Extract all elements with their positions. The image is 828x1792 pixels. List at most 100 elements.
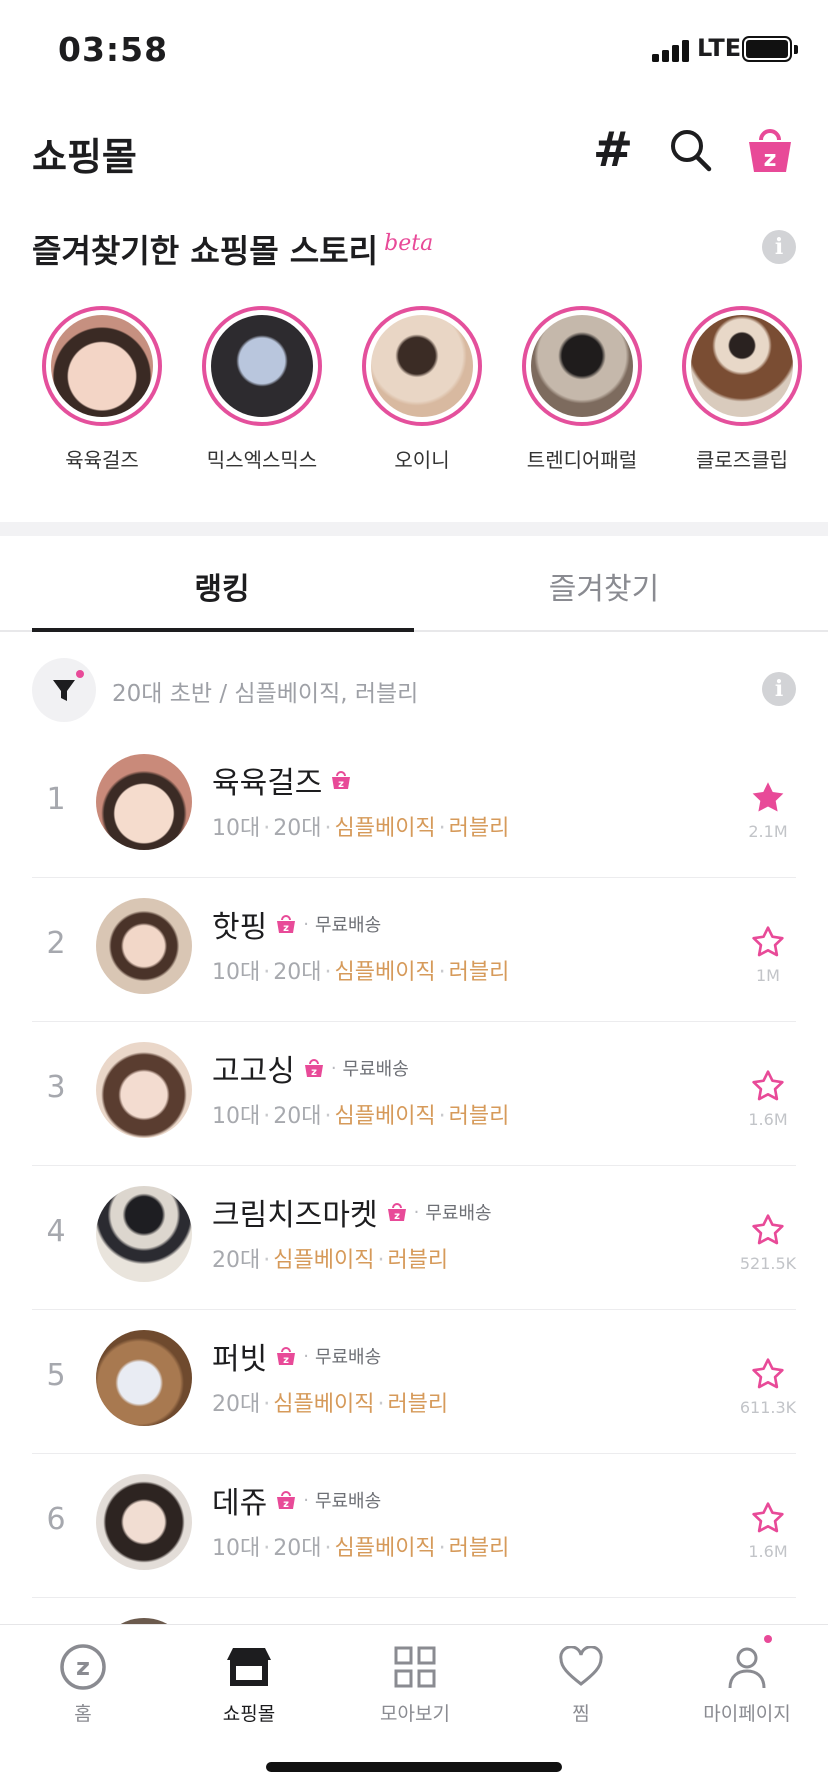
favorite-toggle[interactable]: 2.1M bbox=[728, 780, 808, 841]
svg-text:z: z bbox=[283, 1355, 289, 1366]
zpay-badge-icon: z bbox=[304, 1059, 323, 1078]
svg-text:z: z bbox=[283, 1499, 289, 1510]
nav-wishlist[interactable]: 찜 bbox=[498, 1641, 664, 1726]
zpay-badge-icon: z bbox=[277, 1491, 296, 1510]
age-tag: 20대 bbox=[212, 1248, 261, 1273]
avatar bbox=[371, 315, 473, 417]
avatar bbox=[51, 315, 153, 417]
star-filled-icon bbox=[752, 782, 784, 812]
style-tag: 러블리 bbox=[448, 1104, 510, 1129]
search-icon[interactable] bbox=[668, 124, 714, 180]
shop-avatar bbox=[96, 1042, 192, 1138]
shop-name: 육육걸즈 bbox=[212, 766, 323, 801]
person-icon bbox=[728, 1647, 766, 1689]
age-tag: 20대 bbox=[273, 816, 322, 841]
rank-number: 3 bbox=[46, 1070, 66, 1105]
zpay-badge-icon: z bbox=[277, 915, 296, 934]
story-ring bbox=[202, 306, 322, 426]
age-tag: 10대 bbox=[212, 1104, 261, 1129]
store-icon bbox=[227, 1648, 271, 1686]
style-tag: 러블리 bbox=[448, 960, 510, 985]
shop-tags: 20대 · 심플베이직 · 러블리 bbox=[212, 1392, 449, 1417]
shop-name: 크림치즈마켓 bbox=[212, 1198, 378, 1233]
filter-bar[interactable]: 20대 초반 / 심플베이직, 러블리 i bbox=[0, 656, 828, 722]
free-shipping-label: 무료배송 bbox=[425, 1203, 492, 1224]
nav-shops[interactable]: 쇼핑몰 bbox=[166, 1641, 332, 1726]
age-tag: 20대 bbox=[273, 1104, 322, 1129]
shop-tags: 10대 · 20대 · 심플베이직 · 러블리 bbox=[212, 960, 510, 985]
shop-name: 퍼빗 bbox=[212, 1342, 268, 1377]
style-tag: 러블리 bbox=[448, 1536, 510, 1561]
zpay-badge-icon: z bbox=[277, 1347, 296, 1366]
svg-text:z: z bbox=[338, 779, 344, 790]
star-outline-icon bbox=[752, 1214, 784, 1245]
cart-bag-icon[interactable]: z bbox=[746, 124, 794, 180]
info-icon[interactable]: i bbox=[762, 230, 796, 264]
nav-label: 찜 bbox=[572, 1703, 590, 1725]
grid-icon bbox=[394, 1646, 436, 1688]
nav-collection[interactable]: 모아보기 bbox=[332, 1641, 498, 1726]
ranking-row[interactable]: 2 핫핑 z · 무료배송 10대 · 20대 · 심플베이직 · 러블리 1M bbox=[0, 878, 828, 1022]
avatar bbox=[691, 315, 793, 417]
shop-avatar bbox=[96, 1474, 192, 1570]
style-tag: 심플베이직 bbox=[273, 1248, 375, 1273]
nav-home[interactable]: z 홈 bbox=[0, 1641, 166, 1726]
story-name: 트렌디어패럴 bbox=[526, 448, 638, 472]
section-divider bbox=[0, 522, 828, 536]
ranking-row[interactable]: 5 퍼빗 z · 무료배송 20대 · 심플베이직 · 러블리 611.3K bbox=[0, 1310, 828, 1454]
filter-summary: 20대 초반 / 심플베이직, 러블리 bbox=[112, 681, 419, 707]
nav-mypage[interactable]: 마이페이지 bbox=[664, 1635, 828, 1726]
favorite-toggle[interactable]: 611.3K bbox=[728, 1356, 808, 1417]
style-tag: 심플베이직 bbox=[334, 960, 436, 985]
shop-tags: 10대 · 20대 · 심플베이직 · 러블리 bbox=[212, 816, 510, 841]
rank-number: 6 bbox=[46, 1502, 66, 1537]
story-item[interactable]: 육육걸즈 bbox=[27, 306, 177, 473]
favorite-toggle[interactable]: 1.6M bbox=[728, 1500, 808, 1561]
ranking-row[interactable]: 6 데쥬 z · 무료배송 10대 · 20대 · 심플베이직 · 러블리 1.6M bbox=[0, 1454, 828, 1598]
nav-label: 홈 bbox=[74, 1703, 92, 1725]
story-item[interactable]: 오이니 bbox=[347, 306, 497, 473]
favorite-toggle[interactable]: 1.6M bbox=[728, 1068, 808, 1129]
story-list: 육육걸즈 믹스엑스믹스 오이니 트렌디어패럴 클로즈클립 bbox=[0, 306, 828, 476]
shop-avatar bbox=[96, 1186, 192, 1282]
story-name: 육육걸즈 bbox=[65, 448, 139, 472]
shop-name: 고고싱 bbox=[212, 1054, 295, 1089]
ranking-row[interactable]: 1 육육걸즈 z 10대 · 20대 · 심플베이직 · 러블리 2.1M bbox=[0, 734, 828, 878]
story-name: 믹스엑스믹스 bbox=[206, 448, 318, 472]
favorite-count: 521.5K bbox=[739, 1254, 797, 1273]
story-ring bbox=[362, 306, 482, 426]
nav-label: 마이페이지 bbox=[703, 1703, 791, 1725]
nav-label: 쇼핑몰 bbox=[222, 1703, 276, 1725]
favorite-toggle[interactable]: 1M bbox=[728, 924, 808, 985]
age-tag: 20대 bbox=[212, 1392, 261, 1417]
zigzag-home-icon: z bbox=[60, 1644, 106, 1690]
rank-number: 4 bbox=[46, 1214, 66, 1249]
ranking-row[interactable]: 3 고고싱 z · 무료배송 10대 · 20대 · 심플베이직 · 러블리 1.6M bbox=[0, 1022, 828, 1166]
svg-text:z: z bbox=[283, 923, 289, 934]
style-tag: 심플베이직 bbox=[273, 1392, 375, 1417]
rank-number: 5 bbox=[46, 1358, 66, 1393]
story-item[interactable]: 믹스엑스믹스 bbox=[187, 306, 337, 473]
story-ring bbox=[42, 306, 162, 426]
story-item[interactable]: 트렌디어패럴 bbox=[507, 306, 657, 473]
ranking-row[interactable]: 4 크림치즈마켓 z · 무료배송 20대 · 심플베이직 · 러블리 521.5K bbox=[0, 1166, 828, 1310]
star-outline-icon bbox=[752, 926, 784, 957]
age-tag: 10대 bbox=[212, 1536, 261, 1561]
tab-ranking[interactable]: 랭킹 bbox=[32, 564, 412, 608]
story-item[interactable]: 클로즈클립 bbox=[667, 306, 817, 473]
signal-icon bbox=[652, 38, 690, 62]
favorite-toggle[interactable]: 521.5K bbox=[728, 1212, 808, 1273]
shop-avatar bbox=[96, 898, 192, 994]
favorite-count: 1M bbox=[756, 966, 780, 985]
avatar bbox=[211, 315, 313, 417]
favorite-count: 611.3K bbox=[739, 1398, 797, 1417]
page-title: 쇼핑몰 bbox=[32, 135, 137, 179]
filter-button[interactable] bbox=[32, 658, 96, 722]
hashtag-icon[interactable]: # bbox=[590, 124, 636, 176]
style-tag: 심플베이직 bbox=[334, 1104, 436, 1129]
shop-name: 핫핑 bbox=[212, 910, 268, 945]
age-tag: 20대 bbox=[273, 960, 322, 985]
filter-info-icon[interactable]: i bbox=[762, 672, 796, 706]
tab-favorites[interactable]: 즐겨찾기 bbox=[414, 564, 794, 608]
age-tag: 10대 bbox=[212, 816, 261, 841]
